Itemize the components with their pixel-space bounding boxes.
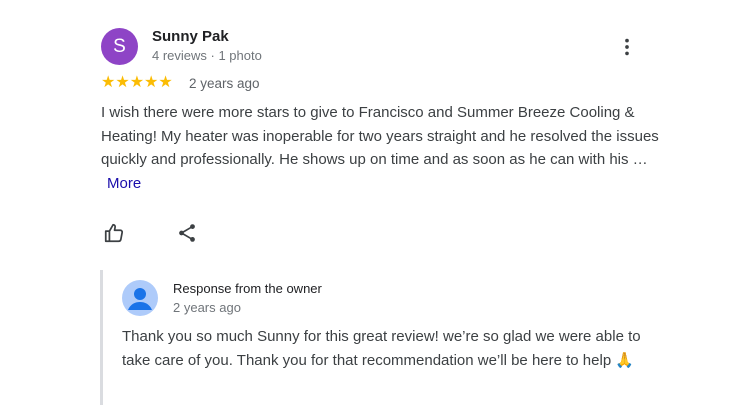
author-name[interactable]: Sunny Pak	[152, 28, 229, 45]
more-vert-icon[interactable]	[616, 36, 638, 58]
owner-response-text: Thank you so much Sunny for this great r…	[122, 328, 641, 369]
thumbs-up-icon[interactable]	[103, 222, 125, 244]
review-body: I wish there were more stars to give to …	[101, 104, 659, 168]
author-avatar[interactable]: S	[101, 28, 138, 65]
review-text: I wish there were more stars to give to …	[101, 101, 661, 195]
owner-response-date: 2 years ago	[173, 300, 241, 315]
author-meta: 4 reviews · 1 photo	[152, 48, 262, 63]
share-icon[interactable]	[176, 222, 198, 244]
more-link[interactable]: More	[107, 175, 141, 192]
owner-response-divider	[100, 270, 103, 405]
review-date: 2 years ago	[189, 76, 260, 91]
star-rating: ★★★★★	[101, 74, 173, 91]
person-avatar-icon	[122, 280, 158, 316]
owner-response-title: Response from the owner	[173, 281, 322, 296]
